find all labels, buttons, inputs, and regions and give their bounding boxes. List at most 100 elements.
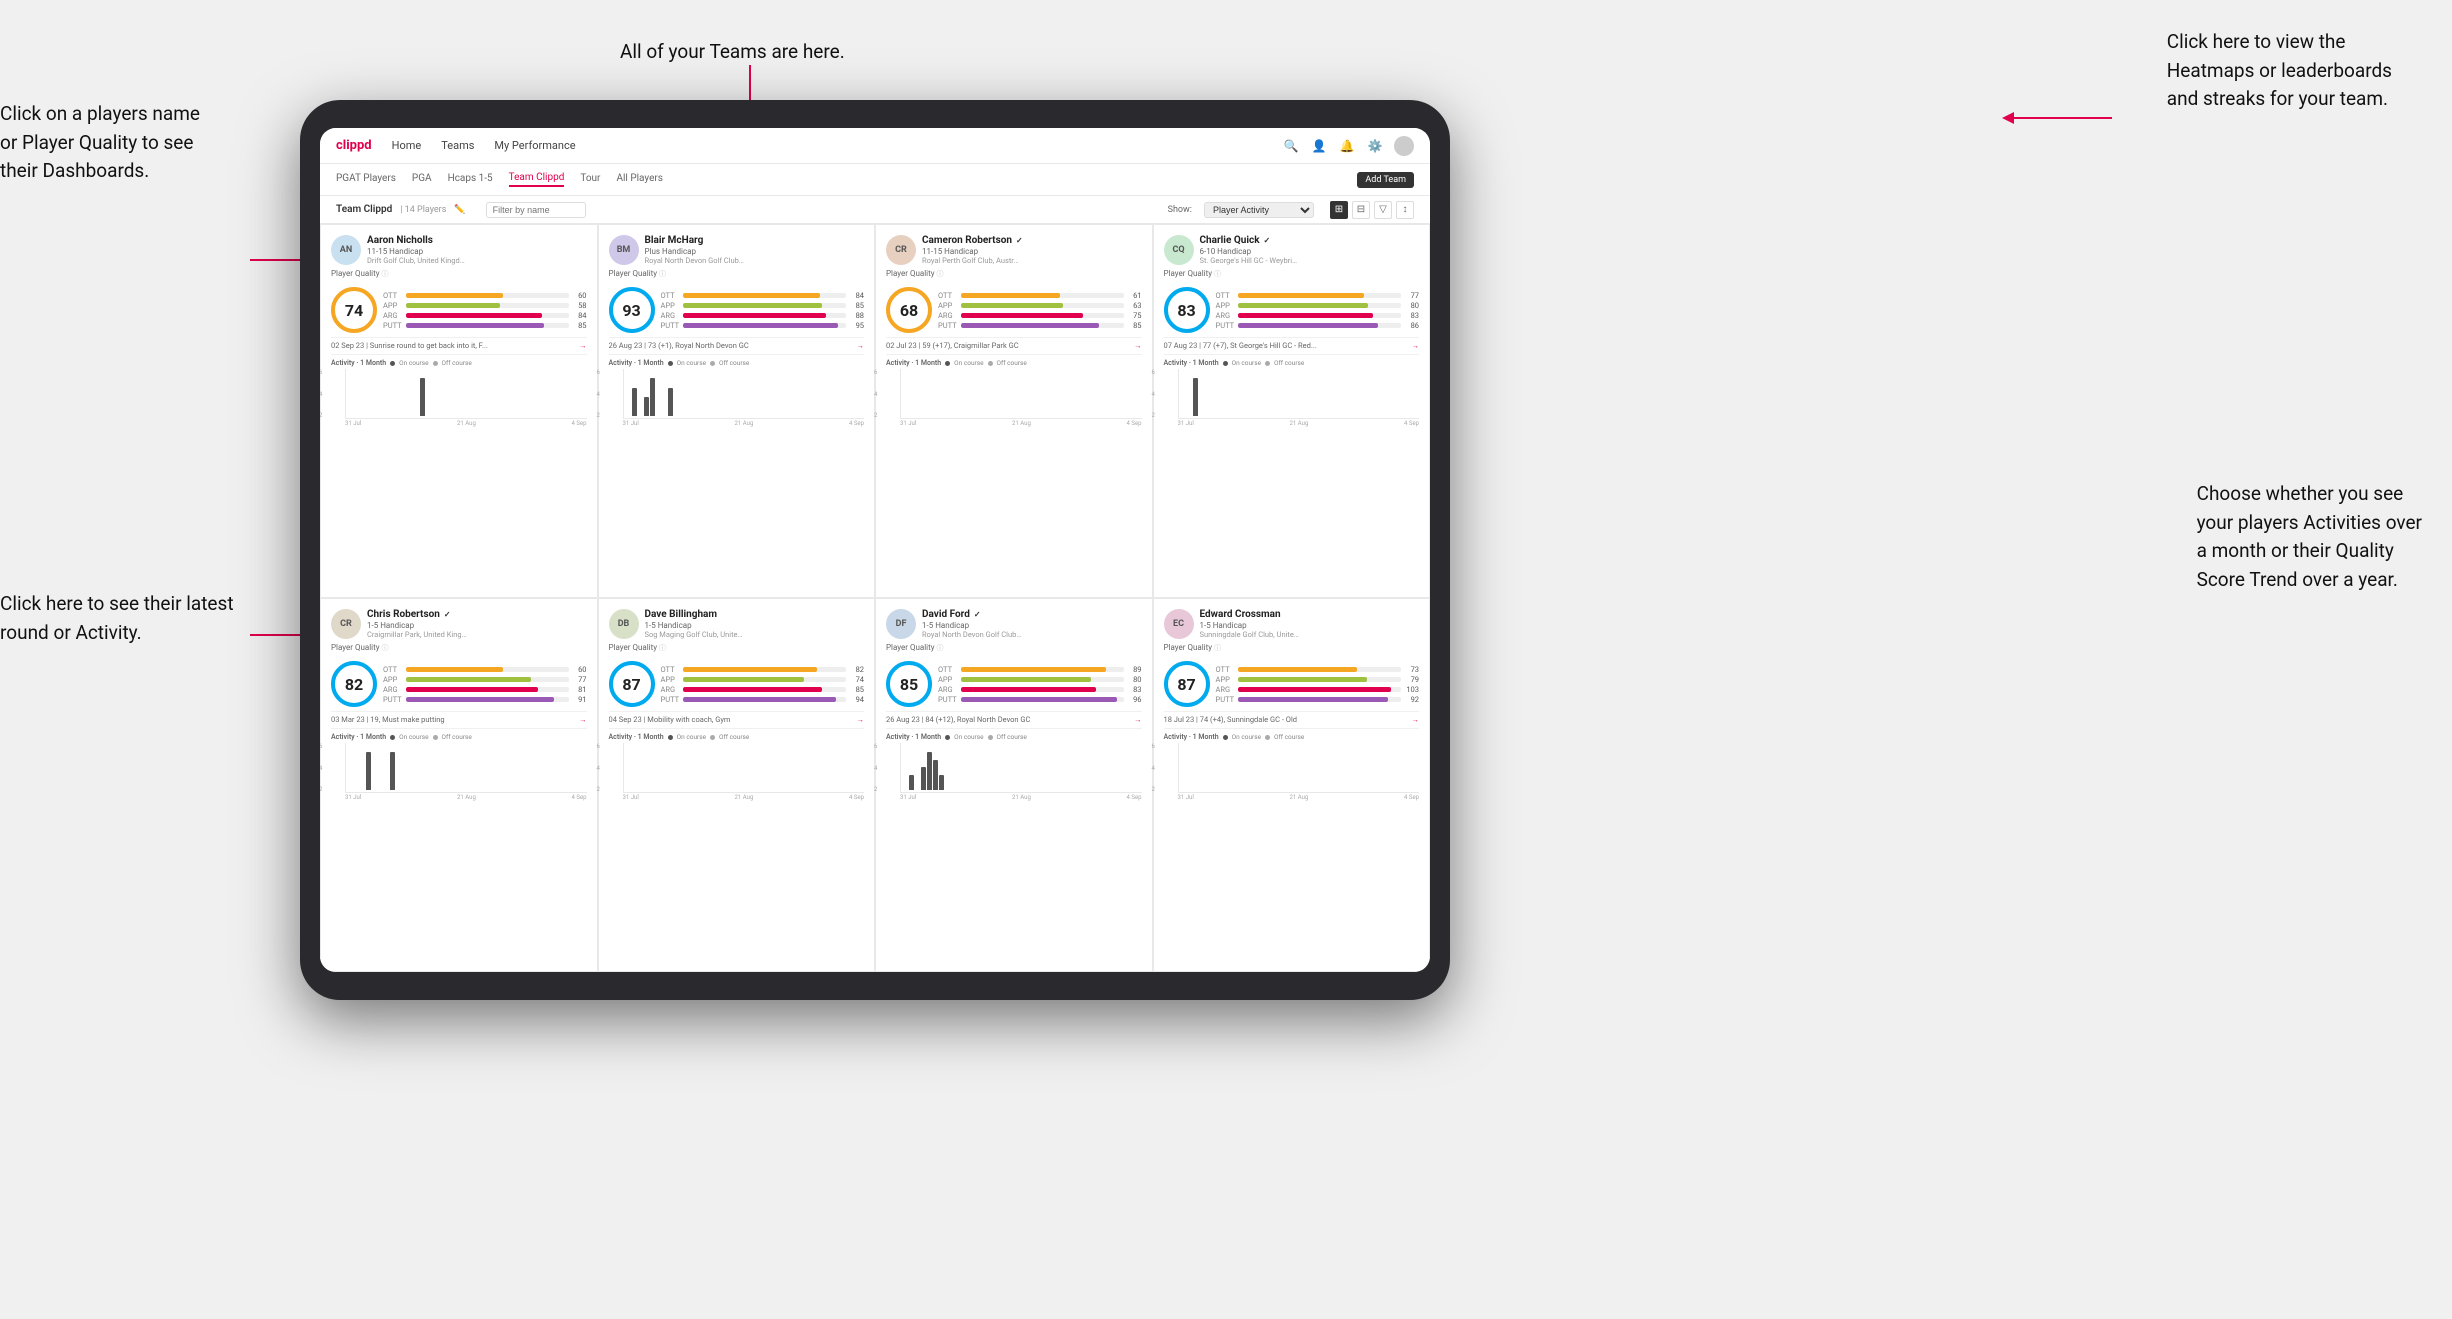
quality-section: 83 OTT 77 APP 80 ARG 83 PUTT (1164, 287, 1420, 333)
stat-bar-wrap (1238, 313, 1401, 318)
nav-my-performance[interactable]: My Performance (494, 139, 575, 152)
chart-date: 4 Sep (1404, 420, 1419, 427)
tab-pgat[interactable]: PGAT Players (336, 173, 396, 186)
show-select[interactable]: Player Activity Quality Score Trend (1204, 202, 1314, 218)
activity-title: Activity · 1 Month (331, 733, 386, 741)
stat-label: ARG (661, 311, 680, 320)
quality-label: Player Quality ⓘ (886, 269, 1142, 279)
quality-circle[interactable]: 83 (1164, 287, 1210, 333)
bell-icon[interactable]: 🔔 (1338, 137, 1356, 155)
grid-view-icon[interactable]: ⊞ (1330, 201, 1348, 219)
settings-icon[interactable]: ⚙️ (1366, 137, 1384, 155)
tab-tour[interactable]: Tour (580, 173, 600, 186)
player-card[interactable]: CR Chris Robertson ✓ 1-5 Handicap Craigm… (320, 598, 598, 972)
tab-all-players[interactable]: All Players (616, 173, 663, 186)
quality-circle[interactable]: 68 (886, 287, 932, 333)
player-card[interactable]: BM Blair McHarg Plus Handicap Royal Nort… (598, 224, 876, 598)
latest-round-arrow: → (1134, 341, 1142, 350)
grid3-view-icon[interactable]: ⊟ (1352, 201, 1370, 219)
player-name[interactable]: Chris Robertson ✓ (367, 609, 587, 621)
player-header: EC Edward Crossman 1-5 Handicap Sunningd… (1164, 609, 1420, 639)
edit-team-icon[interactable]: ✏️ (454, 205, 465, 215)
latest-round[interactable]: 26 Aug 23 | 73 (+1), Royal North Devon G… (609, 337, 865, 350)
player-name[interactable]: Charlie Quick ✓ (1200, 235, 1420, 247)
legend-offcourse: Off course (442, 359, 472, 367)
legend-oncourse: On course (399, 359, 428, 367)
player-card[interactable]: EC Edward Crossman 1-5 Handicap Sunningd… (1153, 598, 1431, 972)
stat-label: OTT (938, 665, 957, 674)
latest-round[interactable]: 04 Sep 23 | Mobility with coach, Gym → (609, 711, 865, 724)
quality-circle[interactable]: 74 (331, 287, 377, 333)
ipad-screen: clippd Home Teams My Performance 🔍 👤 🔔 ⚙… (320, 128, 1430, 972)
add-team-button[interactable]: Add Team (1357, 172, 1414, 188)
stat-bar-wrap (1238, 323, 1401, 328)
quality-circle[interactable]: 87 (1164, 661, 1210, 707)
latest-round[interactable]: 18 Jul 23 | 74 (+4), Sunningdale GC - Ol… (1164, 711, 1420, 724)
player-info: Charlie Quick ✓ 6-10 Handicap St. George… (1200, 235, 1420, 265)
latest-round[interactable]: 03 Mar 23 | 19, Must make putting → (331, 711, 587, 724)
player-header: DF David Ford ✓ 1-5 Handicap Royal North… (886, 609, 1142, 639)
activity-legend: On course Off course (668, 359, 750, 367)
stat-value: 84 (573, 311, 587, 320)
verified-icon: ✓ (1014, 236, 1023, 245)
player-card[interactable]: DB Dave Billingham 1-5 Handicap Sog Magi… (598, 598, 876, 972)
stat-bar-app (1238, 677, 1367, 682)
stat-label: PUTT (1216, 321, 1235, 330)
stats-grid: OTT 60 APP 58 ARG 84 PUTT 85 (383, 291, 587, 330)
stat-value: 58 (573, 301, 587, 310)
activity-header: Activity · 1 Month On course Off course (331, 359, 587, 367)
search-icon[interactable]: 🔍 (1282, 137, 1300, 155)
tab-hcaps[interactable]: Hcaps 1-5 (448, 173, 493, 186)
latest-round[interactable]: 02 Sep 23 | Sunrise round to get back in… (331, 337, 587, 350)
ipad-frame: clippd Home Teams My Performance 🔍 👤 🔔 ⚙… (300, 100, 1450, 1000)
player-name[interactable]: Cameron Robertson ✓ (922, 235, 1142, 247)
player-card[interactable]: CR Cameron Robertson ✓ 11-15 Handicap Ro… (875, 224, 1153, 598)
tab-team-clippd[interactable]: Team Clippd (509, 172, 565, 187)
player-handicap: Plus Handicap (645, 247, 865, 256)
latest-round[interactable]: 07 Aug 23 | 77 (+7), St George's Hill GC… (1164, 337, 1420, 350)
chart-date: 31 Jul (345, 420, 361, 427)
activity-section: Activity · 1 Month On course Off course … (886, 728, 1142, 801)
player-name[interactable]: David Ford ✓ (922, 609, 1142, 621)
filter-icon[interactable]: ▽ (1374, 201, 1392, 219)
stat-label: PUTT (383, 695, 402, 704)
player-avatar: DB (609, 609, 639, 639)
chart-date: 21 Aug (1290, 794, 1309, 801)
stat-bar-wrap (406, 323, 569, 328)
stats-grid: OTT 61 APP 63 ARG 75 PUTT 85 (938, 291, 1142, 330)
nav-home[interactable]: Home (392, 139, 422, 152)
player-card[interactable]: CQ Charlie Quick ✓ 6-10 Handicap St. Geo… (1153, 224, 1431, 598)
player-name[interactable]: Edward Crossman (1200, 609, 1420, 621)
player-card[interactable]: AN Aaron Nicholls 11-15 Handicap Drift G… (320, 224, 598, 598)
user-icon[interactable]: 👤 (1310, 137, 1328, 155)
player-club: Royal Perth Golf Club, Australia (922, 256, 1022, 265)
stat-label: OTT (383, 291, 402, 300)
quality-circle[interactable]: 87 (609, 661, 655, 707)
player-name[interactable]: Aaron Nicholls (367, 235, 587, 247)
stat-value: 82 (850, 665, 864, 674)
sort-icon[interactable]: ↕ (1396, 201, 1414, 219)
stat-bar-arg (961, 313, 1083, 318)
nav-teams[interactable]: Teams (441, 139, 474, 152)
filter-input[interactable] (486, 202, 586, 218)
player-name[interactable]: Dave Billingham (645, 609, 865, 621)
latest-round[interactable]: 26 Aug 23 | 84 (+12), Royal North Devon … (886, 711, 1142, 724)
player-name[interactable]: Blair McHarg (645, 235, 865, 247)
player-avatar: CR (886, 235, 916, 265)
tab-pga[interactable]: PGA (412, 173, 432, 186)
chart-date: 31 Jul (900, 794, 916, 801)
latest-round-arrow: → (579, 341, 587, 350)
stats-grid: OTT 82 APP 74 ARG 85 PUTT 94 (661, 665, 865, 704)
quality-section: 93 OTT 84 APP 85 ARG 88 PUTT (609, 287, 865, 333)
activity-legend: On course Off course (945, 733, 1027, 741)
quality-circle[interactable]: 82 (331, 661, 377, 707)
stat-value: 77 (573, 675, 587, 684)
activity-header: Activity · 1 Month On course Off course (886, 359, 1142, 367)
user-avatar[interactable] (1394, 136, 1414, 156)
latest-round[interactable]: 02 Jul 23 | 59 (+17), Craigmillar Park G… (886, 337, 1142, 350)
stat-bar-wrap (683, 667, 846, 672)
player-card[interactable]: DF David Ford ✓ 1-5 Handicap Royal North… (875, 598, 1153, 972)
quality-circle[interactable]: 93 (609, 287, 655, 333)
quality-circle[interactable]: 85 (886, 661, 932, 707)
stat-value: 91 (573, 695, 587, 704)
